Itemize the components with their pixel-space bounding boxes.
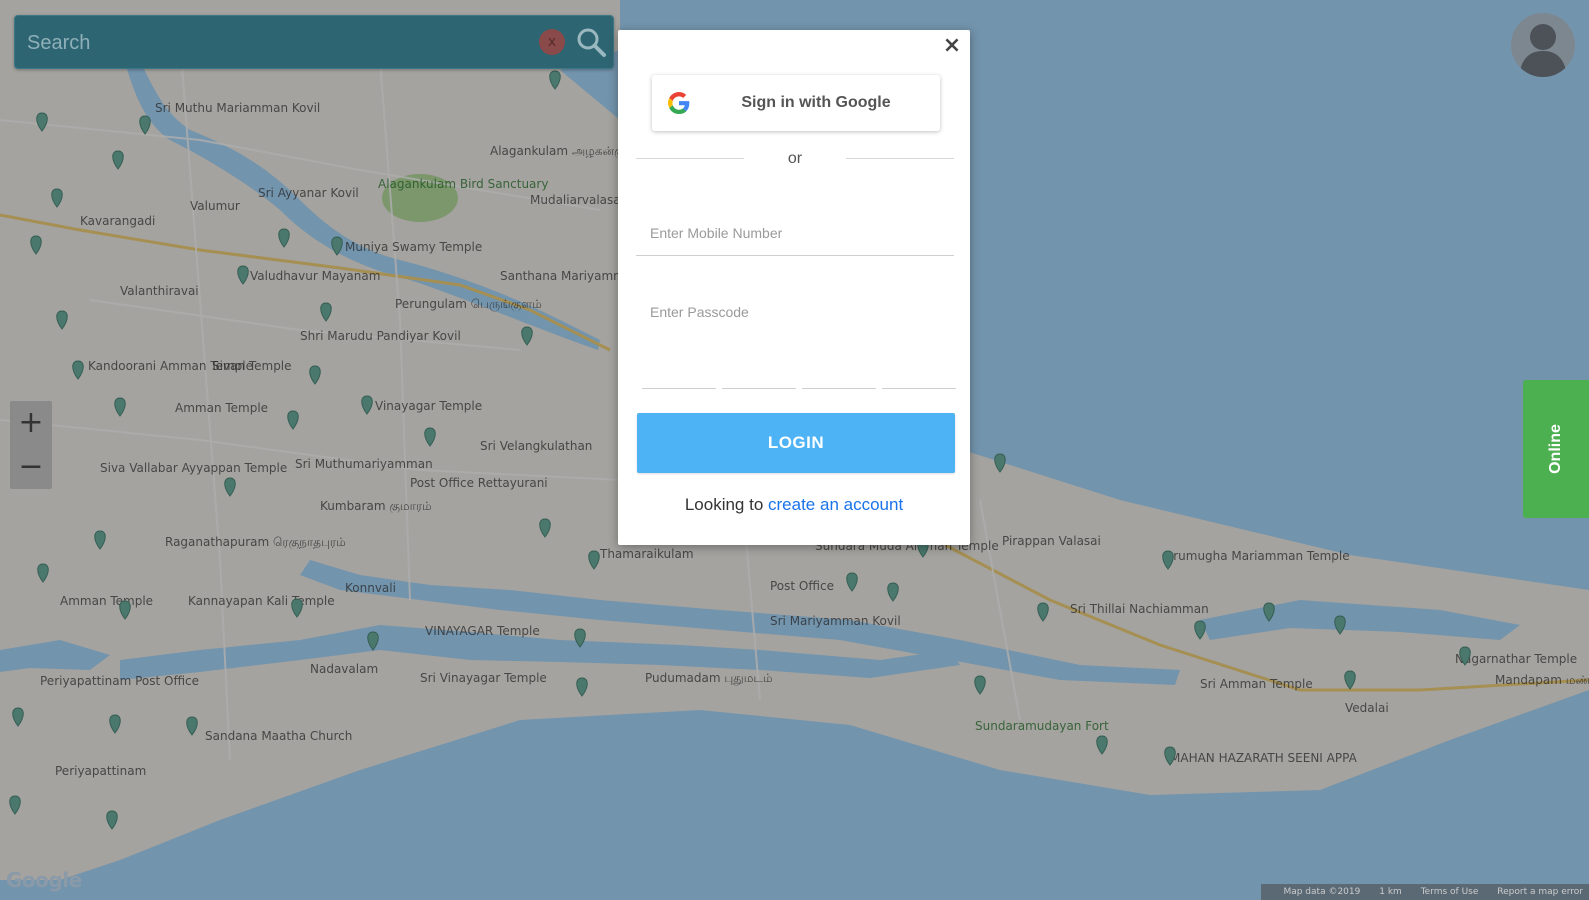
passcode-label: Enter Passcode <box>650 304 749 320</box>
login-button[interactable]: LOGIN <box>637 413 955 473</box>
or-text: or <box>787 150 803 167</box>
login-modal: × Sign in with Google or Enter Passcode … <box>618 30 970 545</box>
zoom-out-button[interactable]: − <box>10 445 52 489</box>
clear-search-button[interactable]: x <box>539 29 565 55</box>
report-error-link[interactable]: Report a map error <box>1497 887 1583 897</box>
create-account-prefix: Looking to <box>684 495 769 514</box>
or-divider: or <box>636 150 954 170</box>
google-signin-button[interactable]: Sign in with Google <box>652 75 940 131</box>
mobile-number-input[interactable] <box>636 210 954 256</box>
search-input[interactable] <box>25 26 509 60</box>
terms-link[interactable]: Terms of Use <box>1421 887 1479 897</box>
passcode-digit-1[interactable] <box>642 356 716 389</box>
map-data-text: Map data ©2019 <box>1283 887 1361 897</box>
zoom-control: + − <box>10 401 52 489</box>
passcode-digit-2[interactable] <box>722 356 796 389</box>
google-signin-label: Sign in with Google <box>741 94 891 111</box>
close-modal-button[interactable]: × <box>942 34 962 58</box>
map-attribution: Map data ©2019 1 km Terms of Use Report … <box>1261 884 1589 900</box>
zoom-in-button[interactable]: + <box>10 401 52 445</box>
divider-line-right <box>846 158 954 159</box>
online-status-tab[interactable]: Online <box>1523 380 1589 518</box>
online-label: Online <box>1547 424 1564 474</box>
passcode-digit-3[interactable] <box>802 356 876 389</box>
user-avatar[interactable] <box>1511 13 1575 77</box>
create-account-link[interactable]: create an account <box>768 495 903 514</box>
search-bar: x <box>14 15 614 69</box>
user-icon <box>1519 24 1567 77</box>
map-scale: 1 km <box>1379 887 1402 897</box>
passcode-input-group <box>642 356 956 389</box>
create-account-prompt: Looking to create an account <box>618 495 970 515</box>
google-logo: Google <box>6 868 82 892</box>
passcode-digit-4[interactable] <box>882 356 956 389</box>
search-icon[interactable] <box>573 24 609 60</box>
